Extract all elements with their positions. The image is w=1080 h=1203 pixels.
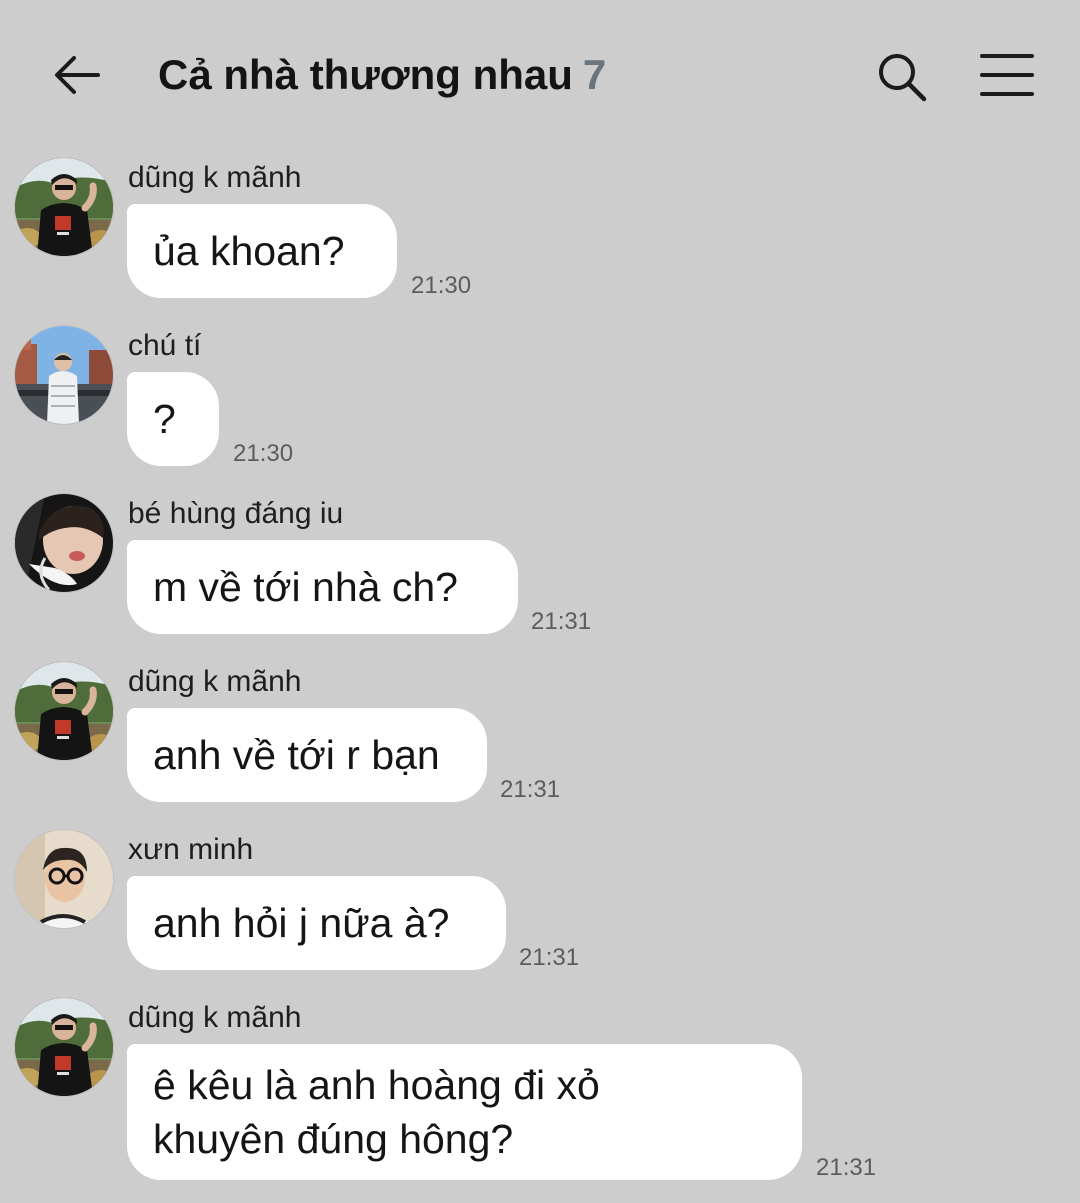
message-time: 21:30 bbox=[411, 272, 472, 299]
message-time: 21:31 bbox=[519, 944, 580, 971]
avatar[interactable] bbox=[15, 326, 113, 424]
sender-name: bé hùng đáng iu bbox=[128, 497, 344, 530]
message-time: 21:31 bbox=[531, 608, 592, 635]
avatar-image bbox=[15, 830, 113, 928]
message-bubble[interactable]: ủa khoan? bbox=[127, 204, 397, 298]
message-text-line: ê kêu là anh hoàng đi xỏ bbox=[153, 1062, 600, 1108]
avatar[interactable] bbox=[15, 998, 113, 1096]
back-button[interactable] bbox=[50, 48, 104, 102]
avatar-image bbox=[15, 662, 113, 760]
message-bubble[interactable]: ê kêu là anh hoàng đi xỏ khuyên đúng hôn… bbox=[127, 1044, 802, 1180]
message-time: 21:31 bbox=[816, 1154, 877, 1181]
message-bubble[interactable]: ? bbox=[127, 372, 219, 466]
avatar[interactable] bbox=[15, 158, 113, 256]
arrow-left-icon bbox=[55, 56, 100, 94]
avatar[interactable] bbox=[15, 830, 113, 928]
message-text: anh về tới r bạn bbox=[153, 732, 440, 778]
sender-name: dũng k mãnh bbox=[128, 1001, 302, 1034]
message-bubble[interactable]: anh hỏi j nữa à? bbox=[127, 876, 506, 970]
hamburger-menu-icon bbox=[980, 54, 1034, 96]
message-time: 21:30 bbox=[233, 440, 294, 467]
message-text: anh hỏi j nữa à? bbox=[153, 900, 450, 946]
avatar-image bbox=[15, 494, 113, 592]
search-button[interactable] bbox=[873, 48, 931, 106]
avatar[interactable] bbox=[15, 494, 113, 592]
message-time: 21:31 bbox=[500, 776, 561, 803]
sender-name: dũng k mãnh bbox=[128, 665, 302, 698]
message-bubble[interactable]: anh về tới r bạn bbox=[127, 708, 487, 802]
sender-name: chú tí bbox=[128, 329, 202, 362]
message-bubble[interactable]: m về tới nhà ch? bbox=[127, 540, 518, 634]
group-name: Cả nhà thương nhau bbox=[158, 51, 573, 98]
avatar-image bbox=[15, 158, 113, 256]
message-text: ủa khoan? bbox=[153, 228, 345, 274]
member-count: 7 bbox=[582, 51, 607, 98]
message-text: ? bbox=[153, 396, 176, 442]
menu-button[interactable] bbox=[978, 50, 1036, 100]
avatar-image bbox=[15, 326, 113, 424]
avatar[interactable] bbox=[15, 662, 113, 760]
message-text: m về tới nhà ch? bbox=[153, 564, 458, 610]
group-title[interactable]: Cả nhà thương nhau 7 bbox=[158, 46, 606, 104]
chat-header: Cả nhà thương nhau 7 bbox=[0, 0, 1080, 150]
sender-name: dũng k mãnh bbox=[128, 161, 302, 194]
message-text-line: khuyên đúng hông? bbox=[153, 1116, 514, 1162]
avatar-image bbox=[15, 998, 113, 1096]
sender-name: xưn minh bbox=[128, 833, 254, 866]
search-icon bbox=[879, 54, 927, 102]
